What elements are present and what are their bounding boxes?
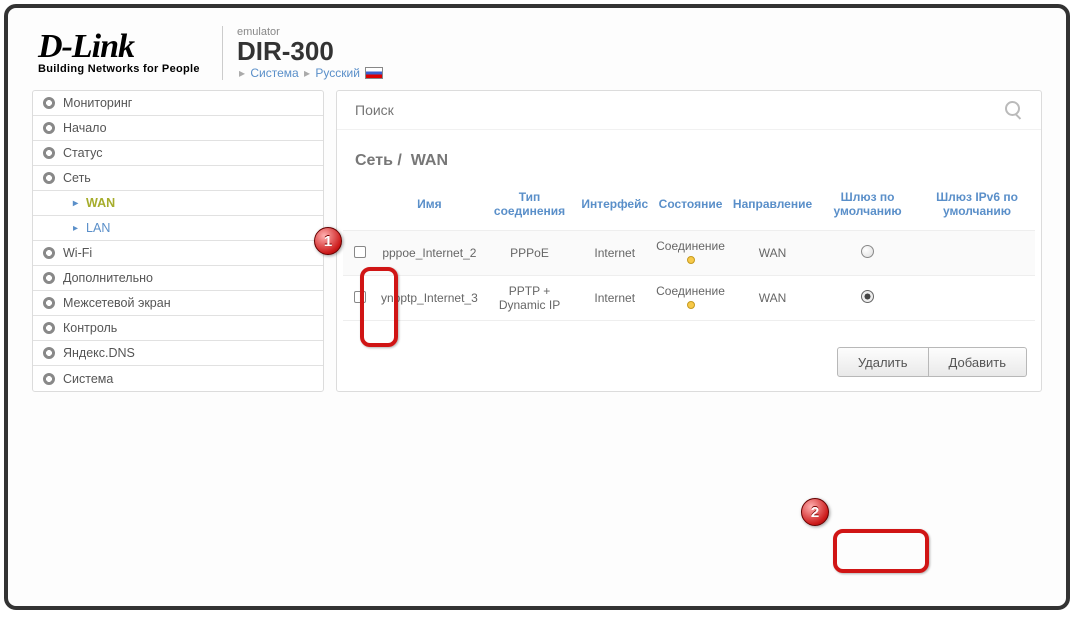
breadcrumb: Сеть / WAN [337, 130, 1041, 184]
gear-icon [43, 97, 55, 109]
gear-icon [43, 172, 55, 184]
col-gw[interactable]: Шлюз по умолчанию [816, 184, 919, 231]
sidebar-item-monitoring[interactable]: Мониторинг [33, 91, 323, 116]
gear-icon [43, 347, 55, 359]
row-checkbox[interactable] [354, 246, 366, 258]
flag-ru-icon [365, 67, 383, 79]
sidebar-item-advanced[interactable]: Дополнительно [33, 266, 323, 291]
cell-iface: Internet [577, 276, 652, 321]
search-icon[interactable] [1005, 101, 1023, 119]
sidebar-item-yandex-dns[interactable]: Яндекс.DNS [33, 341, 323, 366]
col-state[interactable]: Состояние [652, 184, 729, 231]
annotation-highlight-1 [360, 267, 398, 347]
col-check [343, 184, 377, 231]
gear-icon [43, 322, 55, 334]
cell-type: PPPoE [482, 231, 578, 276]
annotation-highlight-2 [833, 529, 929, 573]
sidebar-item-status[interactable]: Статус [33, 141, 323, 166]
col-gw6[interactable]: Шлюз IPv6 по умолчанию [919, 184, 1035, 231]
cell-type: PPTP + Dynamic IP [482, 276, 578, 321]
default-gw-radio[interactable] [861, 290, 874, 303]
gear-icon [43, 373, 55, 385]
gear-icon [43, 122, 55, 134]
annotation-badge-2: 2 [801, 498, 829, 526]
language-link[interactable]: Русский [315, 66, 360, 80]
sidebar-item-control[interactable]: Контроль [33, 316, 323, 341]
delete-button[interactable]: Удалить [837, 347, 929, 377]
col-name[interactable]: Имя [377, 184, 482, 231]
sidebar-item-firewall[interactable]: Межсетевой экран [33, 291, 323, 316]
add-button[interactable]: Добавить [929, 347, 1027, 377]
sidebar-item-network[interactable]: Сеть [33, 166, 323, 191]
main-panel: Сеть / WAN Имя Тип соединения Интерфейс … [336, 90, 1042, 392]
col-type[interactable]: Тип соединения [482, 184, 578, 231]
search-input[interactable] [355, 102, 1005, 118]
table-row[interactable]: ynpptp_Internet_3 PPTP + Dynamic IP Inte… [343, 276, 1035, 321]
sidebar: Мониторинг Начало Статус Сеть ▸WAN ▸LAN … [32, 90, 324, 392]
sidebar-sub-lan[interactable]: ▸LAN [33, 216, 323, 241]
gear-icon [43, 247, 55, 259]
wan-table: Имя Тип соединения Интерфейс Состояние Н… [343, 184, 1035, 321]
cell-dir: WAN [729, 276, 816, 321]
model-label: DIR-300 [237, 38, 383, 64]
table-row[interactable]: pppoe_Internet_2 PPPoE Internet Соединен… [343, 231, 1035, 276]
sidebar-item-wifi[interactable]: Wi-Fi [33, 241, 323, 266]
status-dot-icon [687, 301, 695, 309]
col-dir[interactable]: Направление [729, 184, 816, 231]
status-dot-icon [687, 256, 695, 264]
gear-icon [43, 272, 55, 284]
col-iface[interactable]: Интерфейс [577, 184, 652, 231]
breadcrumb-arrow-icon: ▸ [239, 66, 245, 80]
chevron-right-icon: ▸ [73, 223, 78, 234]
gear-icon [43, 147, 55, 159]
sidebar-item-start[interactable]: Начало [33, 116, 323, 141]
cell-state: Соединение [652, 276, 729, 321]
sidebar-sub-wan[interactable]: ▸WAN [33, 191, 323, 216]
gear-icon [43, 297, 55, 309]
system-link[interactable]: Система [250, 66, 298, 80]
chevron-right-icon: ▸ [73, 198, 78, 209]
sidebar-item-system[interactable]: Система [33, 366, 323, 391]
cell-iface: Internet [577, 231, 652, 276]
cell-state: Соединение [652, 231, 729, 276]
cell-dir: WAN [729, 231, 816, 276]
default-gw-radio[interactable] [861, 245, 874, 258]
brand-logo: D-Link Building Networks for People [38, 28, 208, 78]
breadcrumb-arrow-icon: ▸ [304, 66, 310, 80]
